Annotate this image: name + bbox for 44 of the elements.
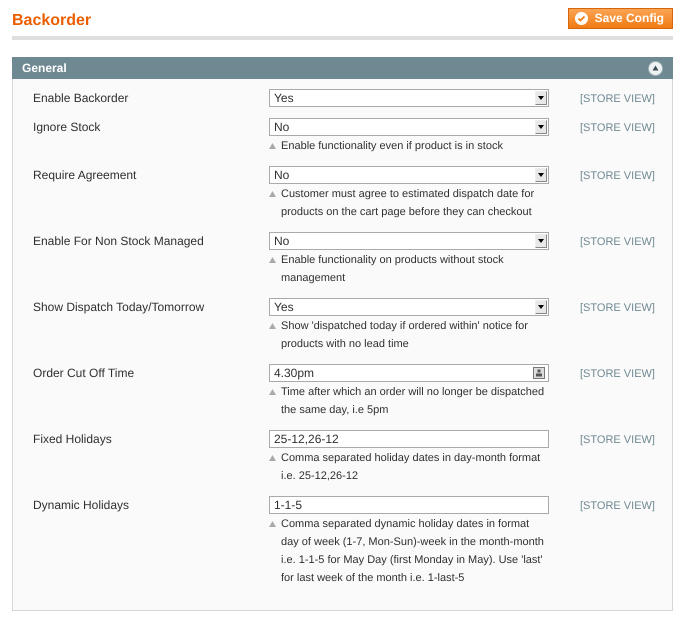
input-field[interactable]: 1-1-5 [269,496,549,514]
field-label: Order Cut Off Time [33,365,136,382]
clock-picker-icon[interactable] [533,367,545,379]
dropdown-field[interactable]: No [269,232,549,250]
field-label: Enable Backorder [33,90,130,107]
input-field[interactable]: 4.30pm [269,364,549,382]
field-label: Ignore Stock [33,119,102,136]
scope-label: [STORE VIEW] [580,236,655,248]
dropdown-field[interactable]: Yes [269,89,549,107]
hint-triangle-icon [269,389,276,395]
scope-label: [STORE VIEW] [580,122,655,134]
hint-triangle-icon [269,521,276,527]
input-field[interactable]: 25-12,26-12 [269,430,549,448]
section-title: General [22,61,67,75]
scope-label: [STORE VIEW] [580,500,655,512]
field-note: Time after which an order will no longer be dispatched the same day, i.e 5pm [281,385,546,418]
field-note: Show 'dispatched today if ordered within' notice for products with no lead time [281,319,529,352]
scope-label: [STORE VIEW] [580,434,655,446]
hint-triangle-icon [269,323,276,329]
checkmark-icon [574,12,588,24]
field-label: Require Agreement [33,167,138,184]
scope-label: [STORE VIEW] [580,170,655,182]
field-note: Customer must agree to estimated dispatch date for products on the cart page before they can checkout [281,187,536,220]
dropdown-field[interactable]: Yes [269,298,549,316]
hint-triangle-icon [269,191,276,197]
hint-triangle-icon [269,455,276,461]
field-label: Dynamic Holidays [33,497,130,514]
dropdown-field[interactable]: No [269,118,549,136]
field-note: Enable functionality on products without stock management [281,253,505,286]
field-note: Enable functionality even if product is in stock [281,139,503,154]
field-label: Enable For Non Stock Managed [33,233,205,250]
field-label: Show Dispatch Today/Tomorrow [33,299,206,316]
page-title: Backorder [12,12,92,30]
field-label: Fixed Holidays [33,431,113,448]
scope-label: [STORE VIEW] [580,302,655,314]
field-note: Comma separated dynamic holiday dates in format day of week (1-7, Mon-Sun)-week in the month-month i.e. 1-1-5 for May Day (first Monday in May). Use 'last' for last week of the month i.e. 1-last-5 [281,517,545,586]
collapse-icon[interactable] [648,60,663,76]
field-note: Comma separated holiday dates in day-month format i.e. 25-12,26-12 [281,451,542,484]
dropdown-field[interactable]: No [269,166,549,184]
hint-triangle-icon [269,143,276,149]
scope-label: [STORE VIEW] [580,368,655,380]
hint-triangle-icon [269,257,276,263]
scope-label: [STORE VIEW] [580,93,655,105]
section-header[interactable]: General [12,57,673,79]
